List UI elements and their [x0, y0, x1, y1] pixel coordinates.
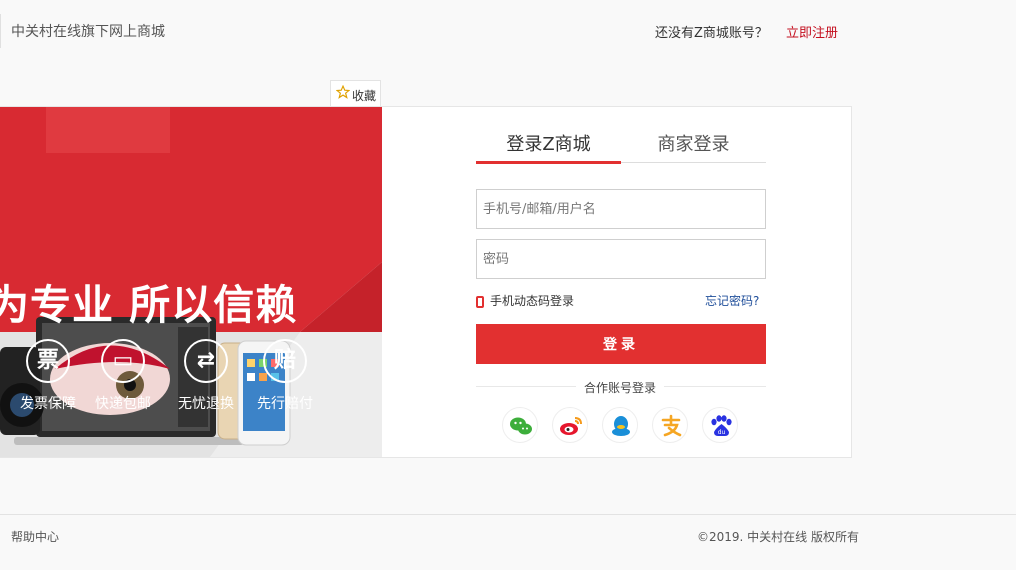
footer-divider — [0, 514, 1016, 515]
qq-icon — [612, 416, 630, 436]
tab-login-zshop[interactable]: 登录Z商城 — [476, 130, 621, 164]
compensation-icon: 赔 — [263, 339, 307, 383]
copyright-text: ©2019. 中关村在线 版权所有 — [697, 530, 859, 544]
baidu-login-button[interactable]: du — [702, 407, 738, 443]
qq-login-button[interactable] — [602, 407, 638, 443]
page-header: 中关村在线旗下网上商城 还没有Z商城账号？ 立即注册 — [0, 0, 1016, 62]
login-tabs: 登录Z商城 商家登录 — [476, 130, 766, 164]
divider — [0, 14, 1, 48]
password-input[interactable] — [476, 239, 766, 279]
wechat-login-button[interactable] — [502, 407, 538, 443]
alipay-login-button[interactable] — [652, 407, 688, 443]
feature-free-shipping: ▭ 快递包邮 — [83, 339, 163, 413]
feature-free-return: ⇄ 无忧退换 — [166, 339, 246, 413]
box-icon: ▭ — [101, 339, 145, 383]
banner-slogan: 为专业 所以信赖 — [0, 281, 298, 329]
register-prompt: 还没有Z商城账号？ — [655, 26, 768, 41]
promo-banner[interactable]: 为专业 所以信赖 票 发票保障 ▭ 快递包邮 ⇄ 无忧退换 赔 先行赔付 — [0, 107, 382, 457]
alipay-icon — [661, 414, 682, 437]
svg-text:du: du — [718, 429, 726, 436]
phone-code-login[interactable]: 手机动态码登录 — [476, 292, 574, 309]
feature-compensation: 赔 先行赔付 — [245, 339, 325, 413]
wechat-icon — [510, 417, 532, 435]
help-center-link[interactable]: 帮助中心 — [11, 528, 59, 545]
site-name: 中关村在线旗下网上商城 — [11, 24, 165, 40]
star-icon — [336, 85, 350, 99]
invoice-icon: 票 — [26, 339, 70, 383]
username-input[interactable] — [476, 189, 766, 229]
baidu-icon: du — [711, 415, 732, 436]
register-link[interactable]: 立即注册 — [786, 22, 838, 41]
favorite-button[interactable]: 收藏 — [330, 80, 381, 107]
favorite-label: 收藏 — [352, 89, 377, 103]
weibo-login-button[interactable] — [552, 407, 588, 443]
feature-label: 发票保障 — [20, 396, 76, 412]
tab-merchant-login[interactable]: 商家登录 — [621, 130, 766, 163]
feature-label: 快递包邮 — [95, 396, 151, 412]
feature-label: 无忧退换 — [178, 396, 234, 412]
phone-code-login-label: 手机动态码登录 — [490, 294, 575, 308]
feature-label: 先行赔付 — [257, 396, 313, 412]
login-button[interactable]: 登录 — [476, 324, 766, 364]
partner-login-label: 合作账号登录 — [576, 379, 665, 396]
weibo-icon — [560, 417, 582, 435]
feature-invoice: 票 发票保障 — [8, 339, 88, 413]
forgot-password-link[interactable]: 忘记密码? — [705, 292, 759, 309]
mobile-phone-icon — [476, 295, 484, 308]
exchange-icon: ⇄ — [184, 339, 228, 383]
